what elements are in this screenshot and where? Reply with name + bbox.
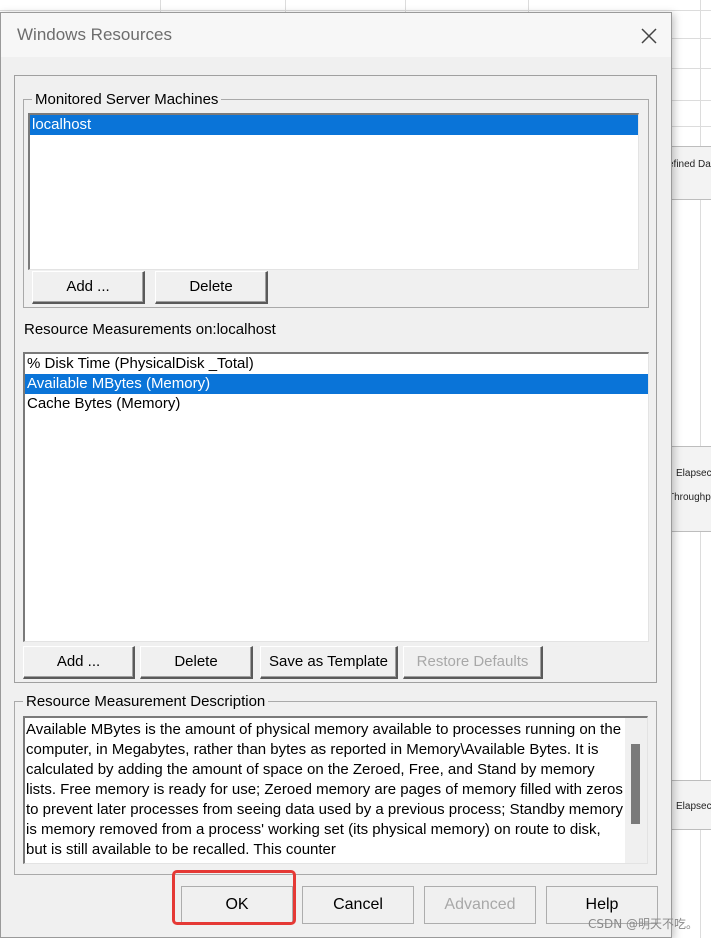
add-machine-button[interactable]: Add ... — [32, 271, 145, 304]
restore-defaults-button[interactable]: Restore Defaults — [403, 646, 543, 679]
scroll-thumb[interactable] — [631, 744, 640, 824]
add-measurement-button[interactable]: Add ... — [23, 646, 135, 679]
measurements-list[interactable]: % Disk Time (PhysicalDisk _Total) Availa… — [23, 352, 649, 642]
cancel-button[interactable]: Cancel — [302, 886, 414, 924]
measurements-title: Resource Measurements on:localhost — [24, 321, 276, 338]
monitored-machines-legend: Monitored Server Machines — [35, 91, 219, 108]
description-legend: Resource Measurement Description — [26, 693, 266, 710]
bg-label-elapsed: Elapsec — [676, 468, 711, 479]
measurement-item-available-mbytes[interactable]: Available MBytes (Memory) — [25, 374, 648, 394]
ok-highlight-annotation — [172, 870, 296, 925]
delete-measurement-button[interactable]: Delete — [140, 646, 253, 679]
bg-label-throughput: Throughp — [668, 492, 711, 503]
measurement-item-disk-time[interactable]: % Disk Time (PhysicalDisk _Total) — [25, 354, 648, 374]
description-box[interactable]: Available MBytes is the amount of physic… — [23, 716, 648, 864]
save-as-template-button[interactable]: Save as Template — [260, 646, 398, 679]
close-icon — [641, 28, 657, 44]
delete-machine-button[interactable]: Delete — [155, 271, 268, 304]
description-scrollbar[interactable] — [625, 718, 647, 863]
description-text: Available MBytes is the amount of physic… — [26, 721, 623, 858]
watermark: CSDN @明天不吃。 — [588, 917, 699, 931]
close-button[interactable] — [631, 21, 667, 51]
bg-label-elapsed-2: Elapsec — [676, 801, 711, 812]
measurement-item-cache-bytes[interactable]: Cache Bytes (Memory) — [25, 394, 648, 414]
bg-label-defined: efined Da — [668, 159, 711, 170]
advanced-button[interactable]: Advanced — [424, 886, 536, 924]
resources-panel: Monitored Server Machines localhost Add … — [14, 75, 657, 683]
monitored-machines-list[interactable]: localhost — [28, 113, 639, 270]
windows-resources-dialog: Windows Resources Monitored Server Machi… — [0, 12, 672, 938]
machine-item-localhost[interactable]: localhost — [30, 115, 638, 135]
title-bar[interactable]: Windows Resources — [1, 13, 671, 57]
dialog-title: Windows Resources — [17, 25, 172, 44]
